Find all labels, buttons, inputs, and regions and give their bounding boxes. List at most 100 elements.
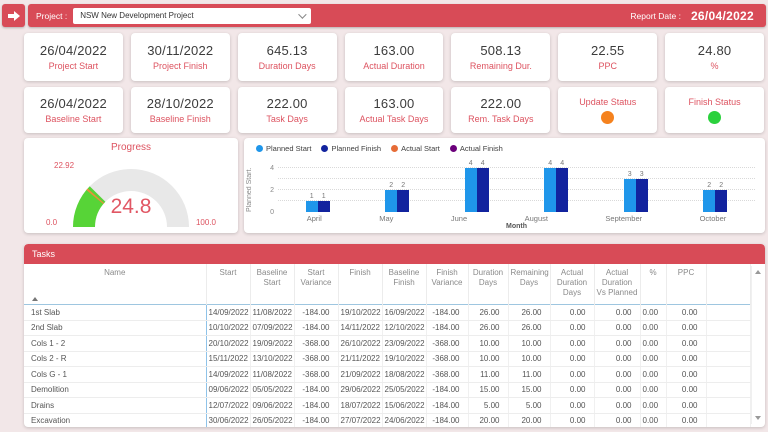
task-name-cell: 1st Slab <box>24 305 206 321</box>
report-date-label: Report Date : <box>630 11 681 21</box>
task-value-cell: 0.00 <box>550 351 594 367</box>
column-header-duration-days[interactable]: Duration Days <box>468 264 508 304</box>
bar-planned-start[interactable] <box>306 201 318 212</box>
status-card-update-status: Update Status <box>558 87 657 133</box>
legend-swatch-icon <box>450 145 457 152</box>
bar-planned-start[interactable] <box>544 168 556 212</box>
progress-gauge-card: Progress 22.92 24.8 0.0 100.0 <box>24 138 238 233</box>
column-header-actual-duration-vs-planned[interactable]: Actual Duration Vs Planned <box>594 264 640 304</box>
column-header-finish[interactable]: Finish <box>338 264 382 304</box>
column-header-remaining-days[interactable]: Remaining Days <box>508 264 550 304</box>
task-value-cell: 20.00 <box>508 413 550 427</box>
table-row[interactable]: Cols 2 - R15/11/202213/10/2022-368.0021/… <box>24 351 750 367</box>
kpi-label: Actual Task Days <box>360 114 429 124</box>
scroll-up-icon[interactable] <box>755 270 761 274</box>
table-scrollbar[interactable] <box>751 266 763 424</box>
bar-planned-finish[interactable] <box>477 168 489 212</box>
bar-planned-finish[interactable] <box>397 190 409 212</box>
bar-planned-finish[interactable] <box>556 168 568 212</box>
column-header-start[interactable]: Start <box>206 264 250 304</box>
table-row[interactable]: Drains12/07/202209/06/2022-184.0018/07/2… <box>24 398 750 414</box>
task-value-cell: 0.00 <box>666 320 706 336</box>
table-row[interactable]: Demolition09/06/202205/05/2022-184.0029/… <box>24 382 750 398</box>
task-value-cell: 26.00 <box>468 305 508 321</box>
column-header-baseline-start[interactable]: Baseline Start <box>250 264 294 304</box>
kpi-value: 645.13 <box>267 43 308 58</box>
tasks-table-body[interactable]: 1st Slab14/09/202211/08/2022-184.0019/10… <box>24 305 765 428</box>
bar-planned-finish[interactable] <box>636 179 648 212</box>
task-name-cell: Cols 2 - R <box>24 351 206 367</box>
scroll-down-icon[interactable] <box>755 416 761 420</box>
task-value-cell: -368.00 <box>294 351 338 367</box>
task-value-cell: -184.00 <box>294 382 338 398</box>
kpi-value: 26/04/2022 <box>40 43 107 58</box>
task-value-cell: 19/10/2022 <box>382 351 426 367</box>
gauge-max-label: 100.0 <box>196 218 216 227</box>
table-row[interactable]: Excavation30/06/202226/05/2022-184.0027/… <box>24 413 750 427</box>
kpi-card-project-finish: 30/11/2022 Project Finish <box>131 33 230 81</box>
kpi-label: Baseline Start <box>45 114 101 124</box>
bar-planned-start[interactable] <box>624 179 636 212</box>
column-header-%[interactable]: % <box>640 264 666 304</box>
task-value-cell: 19/10/2022 <box>338 305 382 321</box>
kpi-card-actual-duration: 163.00 Actual Duration <box>345 33 444 81</box>
header-bar: Project : NSW New Development Project Re… <box>28 4 766 27</box>
task-value-cell: 0.00 <box>550 336 594 352</box>
bar-value-label: 3 <box>628 171 632 178</box>
column-header-actual-duration-days[interactable]: Actual Duration Days <box>550 264 594 304</box>
table-row[interactable]: Cols 1 - 220/10/202219/09/2022-368.0026/… <box>24 336 750 352</box>
x-category-label: April <box>307 214 322 223</box>
legend-item-actual-finish[interactable]: Actual Finish <box>450 144 503 153</box>
task-value-cell: 26.00 <box>468 320 508 336</box>
status-dot-icon <box>708 111 721 124</box>
task-value-cell: 0.00 <box>640 351 666 367</box>
row-filler <box>706 336 750 352</box>
task-value-cell: 15/06/2022 <box>382 398 426 414</box>
nav-arrow-button[interactable] <box>2 4 25 27</box>
bar-planned-start[interactable] <box>703 190 715 212</box>
table-row[interactable]: Cols G - 114/09/202211/08/2022-368.0021/… <box>24 367 750 383</box>
bar-planned-start[interactable] <box>385 190 397 212</box>
tasks-title: Tasks <box>32 249 55 259</box>
column-header-ppc[interactable]: PPC <box>666 264 706 304</box>
task-value-cell: 20/10/2022 <box>206 336 250 352</box>
task-value-cell: 27/07/2022 <box>338 413 382 427</box>
table-row[interactable]: 1st Slab14/09/202211/08/2022-184.0019/10… <box>24 305 750 321</box>
sort-ascending-icon <box>32 297 38 301</box>
bar-planned-start[interactable] <box>465 168 477 212</box>
column-header-finish-variance[interactable]: Finish Variance <box>426 264 468 304</box>
task-value-cell: 0.00 <box>594 305 640 321</box>
dashboard: Project : NSW New Development Project Re… <box>0 0 768 432</box>
bar-groups: 1 1 2 2 4 4 4 4 3 <box>278 168 755 212</box>
column-header-name[interactable]: Name <box>24 264 206 304</box>
task-value-cell: 0.00 <box>550 382 594 398</box>
kpi-label: PPC <box>598 61 617 71</box>
legend-item-actual-start[interactable]: Actual Start <box>391 144 440 153</box>
y-tick-label: 0 <box>262 209 274 216</box>
task-value-cell: 0.00 <box>594 413 640 427</box>
bar-planned-finish[interactable] <box>318 201 330 212</box>
bar-planned-finish[interactable] <box>715 190 727 212</box>
task-value-cell: 10.00 <box>508 336 550 352</box>
column-header-start-variance[interactable]: Start Variance <box>294 264 338 304</box>
legend-item-planned-start[interactable]: Planned Start <box>256 144 311 153</box>
gauge-value: 24.8 <box>24 195 238 219</box>
kpi-label: % <box>711 61 719 71</box>
bar-group-may: 2 2 <box>385 182 409 212</box>
gauge-min-label: 0.0 <box>46 218 57 227</box>
task-value-cell: -368.00 <box>294 367 338 383</box>
report-date-value: 26/04/2022 <box>691 9 754 23</box>
project-select[interactable]: NSW New Development Project <box>73 8 311 24</box>
task-value-cell: 15.00 <box>508 382 550 398</box>
legend-item-planned-finish[interactable]: Planned Finish <box>321 144 381 153</box>
gauge-target-label: 22.92 <box>54 161 74 170</box>
task-value-cell: -184.00 <box>426 398 468 414</box>
task-value-cell: 14/11/2022 <box>338 320 382 336</box>
kpi-value: 222.00 <box>480 96 521 111</box>
table-row[interactable]: 2nd Slab10/10/202207/09/2022-184.0014/11… <box>24 320 750 336</box>
kpi-value: 222.00 <box>267 96 308 111</box>
task-name-cell: 2nd Slab <box>24 320 206 336</box>
column-header-baseline-finish[interactable]: Baseline Finish <box>382 264 426 304</box>
task-value-cell: 09/06/2022 <box>250 398 294 414</box>
task-value-cell: 0.00 <box>640 413 666 427</box>
